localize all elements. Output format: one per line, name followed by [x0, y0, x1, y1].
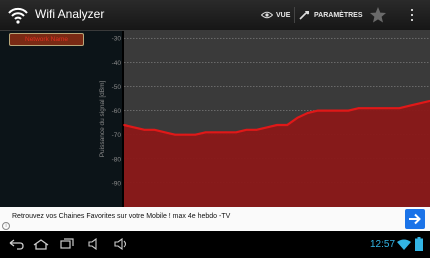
signal-point	[174, 133, 176, 136]
signal-point	[276, 124, 278, 126]
y-tick-label: -90	[112, 180, 122, 187]
signal-point	[398, 107, 401, 110]
action-bar: Wifi Analyzer VUE PARAMÈTRES	[0, 0, 430, 31]
wifi-status-icon	[397, 239, 411, 250]
signal-chart-svg: -30 -40 -50 -60 -70 -80 -90 Puissance du signa…	[99, 31, 430, 207]
ad-open-button[interactable]	[405, 209, 425, 229]
settings-button[interactable]: PARAMÈTRES	[299, 0, 362, 30]
network-select-button[interactable]: Network Name	[9, 33, 84, 46]
y-tick-label: -30	[112, 36, 122, 43]
view-button[interactable]: VUE	[261, 0, 290, 30]
ad-text: Retrouvez vos Chaines Favorites sur votr…	[12, 213, 231, 220]
signal-point	[357, 107, 360, 110]
signal-point	[378, 107, 380, 110]
signal-point	[235, 131, 238, 134]
wrench-icon	[299, 11, 309, 20]
view-label: VUE	[276, 11, 291, 19]
ad-info-icon[interactable]: i	[2, 222, 10, 230]
wifi-app-icon	[8, 7, 28, 24]
signal-point	[153, 128, 156, 131]
signal-point	[286, 124, 289, 126]
network-name-label: Network Name	[25, 36, 68, 43]
signal-point	[265, 126, 268, 129]
volume-down-icon[interactable]	[88, 238, 102, 250]
signal-point	[306, 112, 309, 114]
signal-point	[337, 109, 340, 112]
signal-point	[408, 104, 411, 107]
recent-apps-icon[interactable]	[60, 238, 74, 250]
signal-point	[347, 109, 350, 112]
signal-point	[296, 116, 299, 119]
signal-point	[184, 133, 187, 136]
signal-point	[143, 128, 146, 131]
ad-banner[interactable]: Retrouvez vos Chaines Favorites sur votr…	[0, 207, 430, 231]
y-tick-label: -50	[112, 84, 122, 91]
battery-icon	[415, 237, 423, 251]
signal-point	[194, 133, 197, 136]
star-icon[interactable]	[369, 6, 387, 24]
back-icon[interactable]	[8, 238, 24, 250]
signal-point	[367, 107, 370, 110]
clock: 12:57	[370, 239, 396, 250]
eye-icon	[261, 11, 273, 19]
signal-point	[388, 107, 391, 110]
signal-point	[133, 126, 136, 129]
y-tick-label: -70	[112, 132, 122, 139]
signal-point	[225, 131, 227, 134]
app-title: Wifi Analyzer	[35, 7, 105, 21]
signal-point	[418, 102, 421, 105]
y-tick-label: -60	[112, 108, 122, 115]
signal-point	[163, 131, 166, 134]
separator	[294, 7, 295, 23]
signal-point	[255, 128, 258, 131]
overflow-menu-icon[interactable]	[409, 8, 415, 22]
signal-point	[123, 124, 125, 126]
system-nav-bar: 12:57	[0, 231, 430, 258]
signal-point	[204, 131, 207, 134]
signal-point	[214, 131, 217, 134]
settings-label: PARAMÈTRES	[314, 11, 363, 19]
signal-point	[327, 109, 329, 112]
y-tick-label: -80	[112, 156, 122, 163]
home-icon[interactable]	[33, 238, 49, 250]
volume-up-icon[interactable]	[114, 238, 128, 250]
y-axis-label: Puissance du signal [dBm]	[99, 81, 106, 158]
arrow-right-icon	[409, 213, 421, 225]
signal-chart: -30 -40 -50 -60 -70 -80 -90 Puissance du signa…	[96, 31, 430, 207]
signal-point	[316, 109, 319, 112]
y-tick-label: -40	[112, 60, 122, 67]
signal-point	[245, 128, 248, 131]
